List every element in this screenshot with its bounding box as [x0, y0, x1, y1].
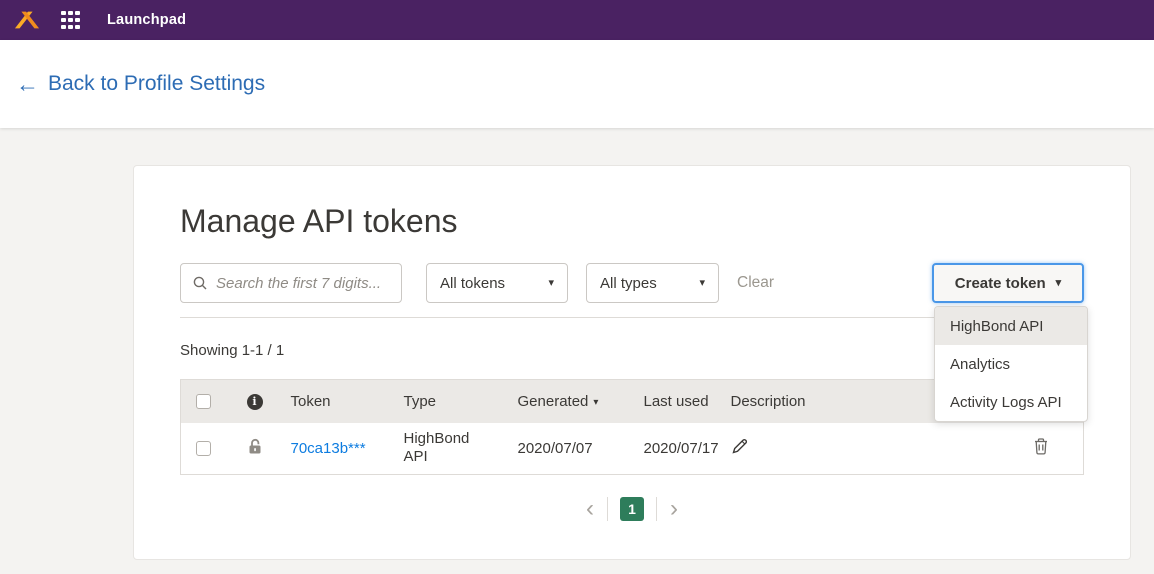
galvanize-logo — [14, 9, 40, 31]
chevron-down-icon: ▾ — [548, 278, 554, 289]
app-grid-icon[interactable] — [61, 11, 80, 30]
menu-item-highbond-api[interactable]: HighBond API — [935, 307, 1087, 345]
create-token-label: Create token — [955, 275, 1046, 292]
current-page-button[interactable]: 1 — [620, 497, 644, 521]
menu-item-analytics[interactable]: Analytics — [935, 345, 1087, 383]
app-name: Launchpad — [107, 12, 186, 28]
menu-item-activity-logs-api[interactable]: Activity Logs API — [935, 383, 1087, 421]
create-token-dropdown: Create token ▾ HighBond API Analytics Ac… — [932, 263, 1084, 303]
top-navigation-bar: Launchpad — [0, 0, 1154, 40]
sort-desc-icon: ▾ — [593, 397, 598, 408]
chevron-down-icon: ▾ — [699, 278, 705, 289]
column-header-token: Token — [283, 380, 396, 423]
create-token-button[interactable]: Create token ▾ — [932, 263, 1084, 303]
token-filter-value: All tokens — [440, 275, 505, 292]
create-token-menu: HighBond API Analytics Activity Logs API — [934, 306, 1088, 422]
token-last-used-cell: 2020/07/17 — [636, 423, 723, 475]
back-arrow-icon: ← — [16, 73, 39, 96]
token-filter-select[interactable]: All tokens ▾ — [426, 263, 568, 303]
search-input[interactable] — [216, 275, 390, 292]
pagination: ‹ 1 › — [180, 495, 1084, 523]
token-table-row: 70ca13b*** HighBond API 2020/07/07 2020/… — [181, 423, 1084, 475]
delete-token-icon[interactable] — [1033, 437, 1049, 459]
token-link[interactable]: 70ca13b*** — [291, 440, 366, 457]
token-type-cell: HighBond API — [396, 423, 510, 475]
token-generated-cell: 2020/07/07 — [510, 423, 636, 475]
clear-filters-link[interactable]: Clear — [737, 274, 774, 292]
filter-row: All tokens ▾ All types ▾ Clear Create to… — [180, 263, 1084, 303]
type-filter-value: All types — [600, 275, 657, 292]
chevron-down-icon: ▾ — [1056, 278, 1062, 289]
back-to-profile-settings-link[interactable]: ← Back to Profile Settings — [16, 72, 265, 96]
page-title: Manage API tokens — [180, 203, 1084, 240]
subheader-bar: ← Back to Profile Settings — [0, 40, 1154, 128]
back-link-label: Back to Profile Settings — [48, 72, 265, 96]
prev-page-button[interactable]: ‹ — [573, 498, 607, 520]
type-filter-select[interactable]: All types ▾ — [586, 263, 719, 303]
search-box — [180, 263, 402, 303]
search-icon — [192, 275, 208, 291]
info-icon: i — [247, 394, 263, 410]
next-page-button[interactable]: › — [657, 498, 691, 520]
column-header-last-used: Last used — [636, 380, 723, 423]
edit-description-icon[interactable] — [731, 437, 749, 459]
select-all-checkbox[interactable] — [196, 394, 211, 409]
row-checkbox[interactable] — [196, 441, 211, 456]
column-header-generated[interactable]: Generated▾ — [510, 380, 636, 423]
unlocked-icon — [246, 437, 264, 455]
pagination-divider — [607, 497, 608, 521]
column-header-type: Type — [396, 380, 510, 423]
manage-tokens-card: Manage API tokens All tokens ▾ All types… — [133, 165, 1131, 560]
